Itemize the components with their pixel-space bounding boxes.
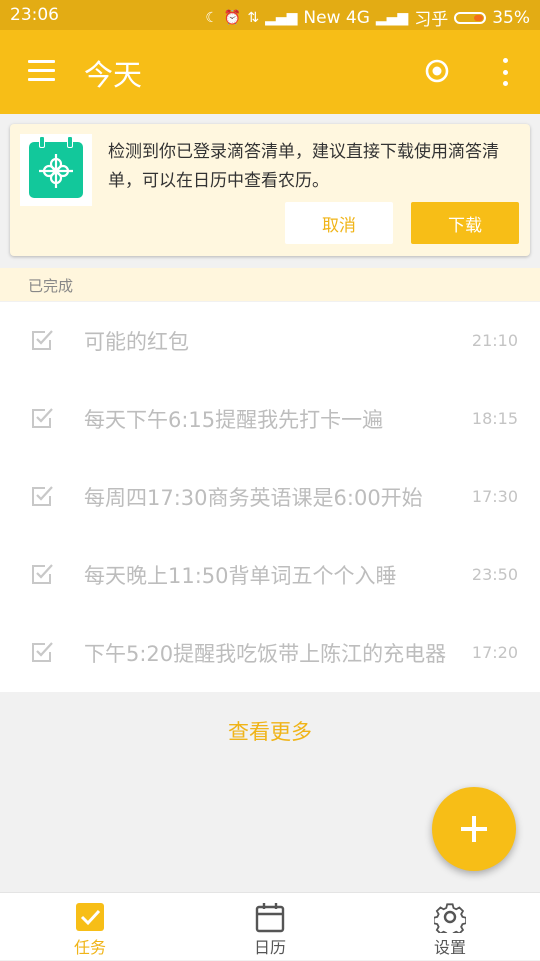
tab-settings[interactable]: 设置 bbox=[360, 893, 540, 961]
notification-app: 习乎 bbox=[414, 10, 449, 30]
moon-icon: ☾ bbox=[205, 9, 218, 26]
task-row[interactable]: 每周四17:30商务英语课是6:00开始 17:30 bbox=[0, 458, 540, 536]
checked-checkbox-icon[interactable] bbox=[30, 406, 54, 430]
target-icon[interactable] bbox=[425, 59, 449, 83]
task-time: 21:10 bbox=[471, 331, 518, 350]
tab-label: 任务 bbox=[73, 938, 106, 957]
data-arrows-icon: ⇅ bbox=[247, 9, 260, 26]
tab-label: 日历 bbox=[253, 938, 286, 957]
checked-checkbox-icon[interactable] bbox=[30, 562, 54, 586]
status-bar: 23:06 ☾ ⏰ ⇅ ▂▄▆ New 4G ▂▄▆ 习乎 35% bbox=[0, 0, 540, 30]
battery-percent: 35% bbox=[492, 7, 530, 28]
task-row[interactable]: 可能的红包 21:10 bbox=[0, 302, 540, 380]
section-label: 已完成 bbox=[28, 277, 74, 295]
task-title: 下午5:20提醒我吃饭带上陈江的充电器 bbox=[84, 642, 447, 666]
page-title: 今天 bbox=[84, 58, 143, 92]
add-task-button[interactable] bbox=[432, 787, 516, 871]
task-time: 23:50 bbox=[471, 565, 518, 584]
task-time: 18:15 bbox=[471, 409, 518, 428]
completed-task-list: 可能的红包 21:10 每天下午6:15提醒我先打卡一遍 18:15 每周四17… bbox=[0, 302, 540, 692]
task-row[interactable]: 下午5:20提醒我吃饭带上陈江的充电器 17:20 bbox=[0, 614, 540, 692]
download-suggestion-card: 检测到你已登录滴答清单，建议直接下载使用滴答清单，可以在日历中查看农历。 取消 … bbox=[10, 124, 530, 256]
calendar-icon bbox=[255, 903, 285, 933]
banner-message: 检测到你已登录滴答清单，建议直接下载使用滴答清单，可以在日历中查看农历。 bbox=[108, 142, 499, 191]
checked-checkbox-icon[interactable] bbox=[30, 328, 54, 352]
task-row[interactable]: 每天晚上11:50背单词五个个入睡 23:50 bbox=[0, 536, 540, 614]
app-bar: 今天 bbox=[0, 30, 540, 114]
signal-icon-2: ▂▄▆ bbox=[375, 9, 409, 26]
app-logo bbox=[20, 134, 92, 206]
view-more-link[interactable]: 查看更多 bbox=[0, 716, 540, 746]
task-row[interactable]: 每天下午6:15提醒我先打卡一遍 18:15 bbox=[0, 380, 540, 458]
calendar-logo-icon bbox=[29, 136, 83, 198]
task-title: 可能的红包 bbox=[84, 330, 189, 354]
alarm-icon: ⏰ bbox=[223, 9, 242, 26]
cancel-button[interactable]: 取消 bbox=[285, 202, 393, 244]
signal-icon: ▂▄▆ bbox=[265, 9, 298, 26]
tab-calendar[interactable]: 日历 bbox=[180, 893, 360, 961]
download-button[interactable]: 下载 bbox=[411, 202, 519, 244]
menu-icon[interactable] bbox=[28, 60, 55, 82]
status-indicators: ☾ ⏰ ⇅ ▂▄▆ New 4G ▂▄▆ 习乎 35% bbox=[205, 5, 530, 31]
status-time: 23:06 bbox=[10, 5, 59, 25]
task-time: 17:20 bbox=[471, 643, 518, 662]
task-title: 每天下午6:15提醒我先打卡一遍 bbox=[84, 408, 384, 432]
tab-tasks[interactable]: 任务 bbox=[0, 893, 180, 961]
task-check-icon bbox=[76, 903, 104, 931]
more-options-icon[interactable] bbox=[499, 58, 511, 86]
task-title: 每周四17:30商务英语课是6:00开始 bbox=[84, 486, 423, 510]
task-time: 17:30 bbox=[471, 487, 518, 506]
tab-label: 设置 bbox=[433, 938, 466, 957]
checked-checkbox-icon[interactable] bbox=[30, 640, 54, 664]
bottom-navigation: 任务 日历 设置 bbox=[0, 892, 540, 960]
network-type: New 4G bbox=[303, 7, 370, 28]
gear-icon bbox=[434, 903, 466, 933]
battery-icon bbox=[454, 11, 487, 24]
completed-section-header: 已完成 bbox=[0, 268, 540, 301]
task-title: 每天晚上11:50背单词五个个入睡 bbox=[84, 564, 397, 588]
checked-checkbox-icon[interactable] bbox=[30, 484, 54, 508]
